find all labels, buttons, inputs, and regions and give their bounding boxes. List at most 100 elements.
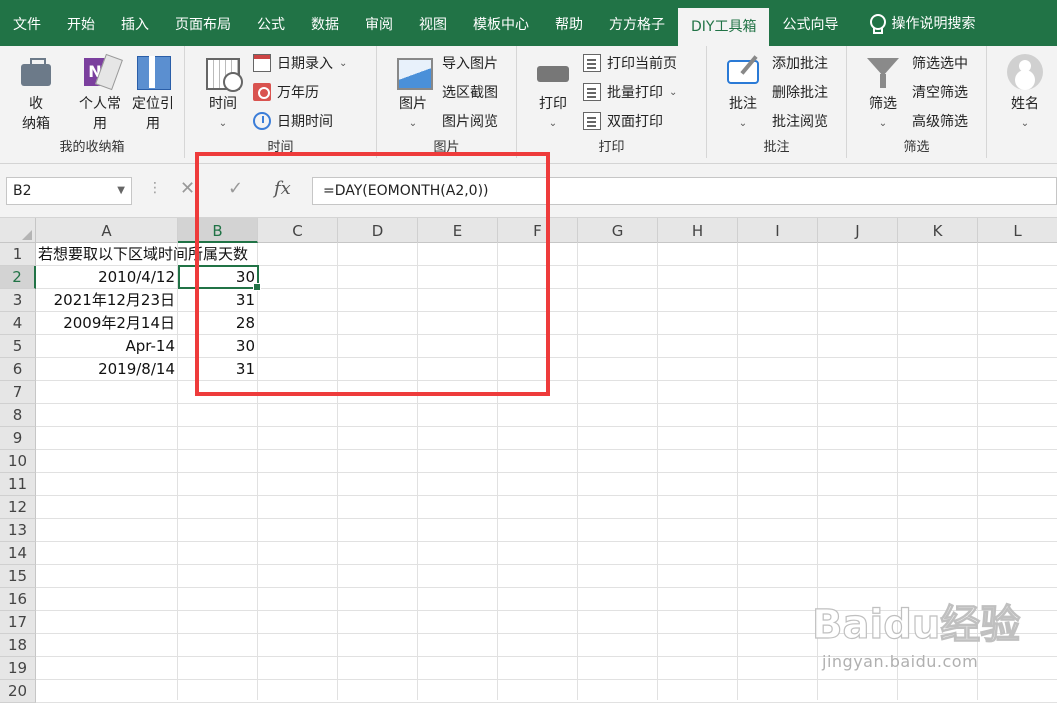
chevron-down-icon: ⌄: [548, 118, 558, 129]
row-header-1[interactable]: 1: [0, 243, 36, 266]
batch-print-button[interactable]: 批量打印 ⌄: [583, 80, 677, 104]
name-box-value: B2: [13, 183, 32, 199]
print-label: 打印: [539, 96, 567, 112]
clear-filter-label: 清空筛选: [912, 85, 968, 101]
personal-common-button[interactable]: 个人常 用: [72, 54, 128, 134]
add-comment-button[interactable]: 添加批注: [772, 51, 828, 75]
tab-help[interactable]: 帮助: [542, 0, 596, 46]
column-header-h[interactable]: H: [658, 218, 738, 243]
tab-formulas[interactable]: 公式: [244, 0, 298, 46]
picture-button[interactable]: 图片 ⌄: [391, 54, 435, 134]
row-header-6[interactable]: 6: [0, 358, 36, 381]
row-header-4[interactable]: 4: [0, 312, 36, 335]
select-all-corner[interactable]: [0, 218, 36, 243]
time-button[interactable]: 时间 ⌄: [201, 54, 245, 134]
group-comment: 批注 ⌄ 添加批注 删除批注 批注阅览 批注: [707, 46, 847, 158]
row-header-16[interactable]: 16: [0, 588, 36, 611]
row-header-10[interactable]: 10: [0, 450, 36, 473]
tell-me-search[interactable]: 操作说明搜索: [851, 0, 975, 46]
batch-print-icon: [583, 83, 601, 101]
region-screenshot-button[interactable]: 选区截图: [442, 80, 498, 104]
column-header-a[interactable]: A: [36, 218, 178, 243]
row-header-2[interactable]: 2: [0, 266, 36, 289]
column-gridline: [897, 243, 898, 700]
row-header-19[interactable]: 19: [0, 657, 36, 680]
row-header-12[interactable]: 12: [0, 496, 36, 519]
delete-comment-button[interactable]: 删除批注: [772, 80, 828, 104]
row-header-3[interactable]: 3: [0, 289, 36, 312]
picture-label: 图片: [399, 96, 427, 112]
row-gridline: [36, 610, 1057, 611]
name-button[interactable]: 姓名 ⌄: [1003, 54, 1047, 134]
locate-reference-button[interactable]: 定位引 用: [126, 54, 180, 134]
tab-page-layout[interactable]: 页面布局: [162, 0, 244, 46]
tab-home[interactable]: 开始: [54, 0, 108, 46]
perpetual-calendar-button[interactable]: 万年历: [253, 80, 319, 104]
row-header-18[interactable]: 18: [0, 634, 36, 657]
column-header-i[interactable]: I: [738, 218, 818, 243]
column-header-j[interactable]: J: [818, 218, 898, 243]
storage-button[interactable]: 收 纳箱: [12, 54, 60, 134]
row-gridline: [36, 541, 1057, 542]
tab-data[interactable]: 数据: [298, 0, 352, 46]
picture-browse-button[interactable]: 图片阅览: [442, 109, 498, 133]
cell-a3[interactable]: 2021年12月23日: [36, 289, 178, 312]
cancel-icon[interactable]: ✕: [180, 178, 195, 199]
cell-a5[interactable]: Apr-14: [36, 335, 178, 358]
column-header-k[interactable]: K: [898, 218, 978, 243]
tab-insert[interactable]: 插入: [108, 0, 162, 46]
tab-diy-toolbox[interactable]: DIY工具箱: [678, 8, 770, 46]
lightbulb-icon: [869, 13, 887, 34]
cell-a4[interactable]: 2009年2月14日: [36, 312, 178, 335]
tab-review[interactable]: 审阅: [352, 0, 406, 46]
clear-filter-button[interactable]: 清空筛选: [912, 80, 968, 104]
filter-selected-button[interactable]: 筛选选中: [912, 51, 968, 75]
clock-icon: [253, 112, 271, 130]
chevron-down-icon: ⌄: [738, 118, 748, 129]
chevron-down-icon: ⌄: [218, 118, 228, 129]
row-header-17[interactable]: 17: [0, 611, 36, 634]
more-options-icon[interactable]: ⋮: [148, 180, 162, 196]
tab-view[interactable]: 视图: [406, 0, 460, 46]
row-header-8[interactable]: 8: [0, 404, 36, 427]
column-gridline: [737, 243, 738, 700]
row-header-9[interactable]: 9: [0, 427, 36, 450]
tab-template-center[interactable]: 模板中心: [460, 0, 542, 46]
name-box[interactable]: B2 ▼: [6, 177, 132, 205]
tab-fangfang[interactable]: 方方格子: [596, 0, 678, 46]
browse-comment-button[interactable]: 批注阅览: [772, 109, 828, 133]
duplex-print-button[interactable]: 双面打印: [583, 109, 663, 133]
group-favorites: 收 纳箱 个人常 用 定位引 用 我的收纳箱: [0, 46, 185, 158]
ribbon: 收 纳箱 个人常 用 定位引 用 我的收纳箱 时间 ⌄ 日期录入 ⌄ 万年历: [0, 46, 1057, 164]
import-picture-button[interactable]: 导入图片: [442, 51, 498, 75]
tab-file[interactable]: 文件: [0, 0, 54, 46]
comment-label: 批注: [729, 96, 757, 112]
comment-icon: [725, 54, 761, 90]
cell-a2[interactable]: 2010/4/12: [36, 266, 178, 289]
print-current-page-button[interactable]: 打印当前页: [583, 51, 677, 75]
row-header-7[interactable]: 7: [0, 381, 36, 404]
advanced-filter-button[interactable]: 高级筛选: [912, 109, 968, 133]
row-header-15[interactable]: 15: [0, 565, 36, 588]
row-header-11[interactable]: 11: [0, 473, 36, 496]
cell-a6[interactable]: 2019/8/14: [36, 358, 178, 381]
toolbox-icon: [18, 54, 54, 90]
chevron-down-icon[interactable]: ▼: [117, 178, 125, 204]
tab-formula-wizard[interactable]: 公式向导: [769, 0, 851, 46]
print-button[interactable]: 打印 ⌄: [531, 54, 575, 134]
onenote-icon: [82, 54, 118, 90]
locate-reference-label: 定位引 用: [132, 96, 174, 132]
row-gridline: [36, 564, 1057, 565]
date-entry-button[interactable]: 日期录入 ⌄: [253, 51, 347, 75]
printer-icon: [535, 54, 571, 90]
column-header-l[interactable]: L: [978, 218, 1057, 243]
datetime-button[interactable]: 日期时间: [253, 109, 333, 133]
comment-button[interactable]: 批注 ⌄: [721, 54, 765, 134]
browse-comment-label: 批注阅览: [772, 114, 828, 130]
filter-button[interactable]: 筛选 ⌄: [861, 54, 905, 134]
column-header-g[interactable]: G: [578, 218, 658, 243]
locate-icon: [135, 54, 171, 90]
row-header-13[interactable]: 13: [0, 519, 36, 542]
row-header-14[interactable]: 14: [0, 542, 36, 565]
row-header-5[interactable]: 5: [0, 335, 36, 358]
